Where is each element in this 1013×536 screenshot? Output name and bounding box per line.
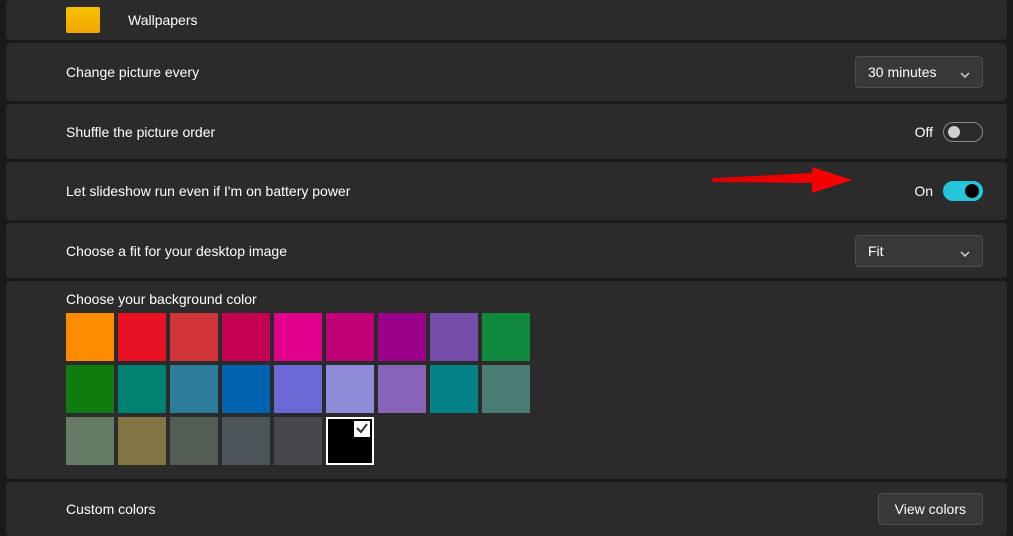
change-picture-label: Change picture every	[66, 64, 855, 80]
change-picture-row: Change picture every 30 minutes	[6, 43, 1007, 101]
shuffle-state-text: Off	[915, 124, 933, 140]
background-color-section: Choose your background color	[6, 281, 1007, 479]
fit-dropdown[interactable]: Fit	[855, 235, 983, 267]
color-swatch[interactable]	[222, 417, 270, 465]
check-icon	[355, 421, 369, 435]
color-swatch[interactable]	[170, 417, 218, 465]
view-colors-label: View colors	[895, 501, 966, 517]
color-swatch[interactable]	[170, 313, 218, 361]
color-swatch[interactable]	[378, 313, 426, 361]
chevron-down-icon	[960, 246, 970, 256]
color-swatch[interactable]	[326, 365, 374, 413]
color-swatch[interactable]	[274, 313, 322, 361]
shuffle-toggle[interactable]	[943, 122, 983, 142]
color-swatch[interactable]	[66, 365, 114, 413]
color-swatch[interactable]	[170, 365, 218, 413]
wallpapers-label: Wallpapers	[128, 12, 983, 28]
color-swatch[interactable]	[482, 365, 530, 413]
color-swatch[interactable]	[326, 417, 374, 465]
color-swatch[interactable]	[274, 365, 322, 413]
fit-row: Choose a fit for your desktop image Fit	[6, 223, 1007, 278]
color-swatch[interactable]	[118, 365, 166, 413]
change-picture-value: 30 minutes	[868, 64, 936, 80]
chevron-down-icon	[960, 67, 970, 77]
shuffle-label: Shuffle the picture order	[66, 124, 915, 140]
custom-colors-label: Custom colors	[66, 501, 878, 517]
custom-colors-row: Custom colors View colors	[6, 482, 1007, 536]
folder-icon	[66, 7, 100, 33]
color-grid	[66, 313, 983, 465]
color-swatch[interactable]	[274, 417, 322, 465]
view-colors-button[interactable]: View colors	[878, 493, 983, 525]
color-swatch[interactable]	[326, 313, 374, 361]
color-swatch[interactable]	[118, 313, 166, 361]
color-swatch[interactable]	[430, 365, 478, 413]
battery-label: Let slideshow run even if I'm on battery…	[66, 183, 914, 199]
battery-row: Let slideshow run even if I'm on battery…	[6, 162, 1007, 220]
battery-state-text: On	[914, 183, 933, 199]
color-swatch[interactable]	[66, 313, 114, 361]
color-swatch[interactable]	[118, 417, 166, 465]
wallpapers-folder-row[interactable]: Wallpapers	[6, 0, 1007, 40]
shuffle-row: Shuffle the picture order Off	[6, 104, 1007, 159]
color-swatch[interactable]	[222, 313, 270, 361]
color-swatch[interactable]	[378, 365, 426, 413]
fit-value: Fit	[868, 243, 884, 259]
battery-toggle[interactable]	[943, 181, 983, 201]
background-color-title: Choose your background color	[66, 291, 983, 307]
color-swatch[interactable]	[430, 313, 478, 361]
color-swatch[interactable]	[222, 365, 270, 413]
change-picture-dropdown[interactable]: 30 minutes	[855, 56, 983, 88]
color-swatch[interactable]	[66, 417, 114, 465]
fit-label: Choose a fit for your desktop image	[66, 243, 855, 259]
color-swatch[interactable]	[482, 313, 530, 361]
